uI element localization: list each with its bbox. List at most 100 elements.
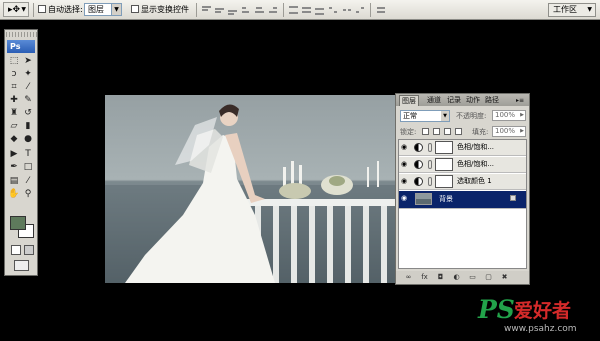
layer-row-hue-saturation-1[interactable]: ◉ 色相/饱和...	[399, 157, 526, 173]
magic-wand-tool-icon[interactable]: ✦	[22, 69, 34, 80]
eye-icon[interactable]: ◉	[401, 160, 409, 168]
eye-icon[interactable]: ◉	[401, 194, 409, 202]
distribute-left-icon[interactable]	[328, 5, 339, 15]
layer-row-background[interactable]: ◉ 背景	[399, 191, 526, 209]
tool-preset-picker[interactable]: ▸✥ ▼	[3, 2, 29, 17]
layer-style-icon[interactable]: fx	[420, 273, 429, 281]
align-hcenter-icon[interactable]	[254, 5, 265, 15]
options-bar: ▸✥ ▼ 自动选择: 图层 ▼ 显示变换控件 工作区 ▼	[0, 0, 600, 20]
panel-menu-icon[interactable]: ▸≡	[514, 95, 526, 106]
link-layers-icon[interactable]: ∞	[404, 273, 413, 281]
distribute-bottom-icon[interactable]	[314, 5, 325, 15]
eye-icon[interactable]: ◉	[401, 143, 409, 151]
layer-thumbnail	[415, 193, 432, 205]
layer-row-selective-color[interactable]: ◉ 选取颜色 1	[399, 174, 526, 190]
tab-actions[interactable]: 动作	[464, 95, 482, 106]
fill-field[interactable]: 100% ▶	[492, 126, 526, 137]
layer-mask-thumbnail[interactable]	[435, 141, 453, 154]
path-selection-tool-icon[interactable]: ▶	[8, 149, 20, 160]
lock-pixels-icon[interactable]	[433, 128, 440, 135]
new-adjustment-icon[interactable]: ◐	[452, 273, 461, 281]
watermark-url: www.psahz.com	[504, 324, 577, 334]
auto-select-label: 自动选择:	[48, 5, 83, 14]
workspace-label: 工作区	[553, 5, 577, 14]
zoom-tool-icon[interactable]: ⚲	[22, 189, 34, 200]
distribute-top-icon[interactable]	[288, 5, 299, 15]
move-tool-icon[interactable]: ➤	[22, 56, 34, 67]
tab-history[interactable]: 记录	[445, 95, 463, 106]
lock-position-icon[interactable]	[444, 128, 451, 135]
delete-layer-icon[interactable]: ✖	[500, 273, 509, 281]
gradient-tool-icon[interactable]: ▮	[22, 121, 34, 132]
workspace-dropdown[interactable]: 工作区 ▼	[548, 3, 596, 17]
align-left-icon[interactable]	[241, 5, 252, 15]
show-transform-label: 显示变换控件	[141, 5, 189, 14]
fill-value: 100%	[495, 127, 516, 135]
layers-panel: 图层 通道 记录 动作 路径 ▸≡ 正常 ▼ 不透明度: 100% ▶ 锁定: …	[395, 93, 530, 285]
align-top-icon[interactable]	[201, 5, 212, 15]
distribute-vcenter-icon[interactable]	[301, 5, 312, 15]
brush-tool-icon[interactable]: ✎	[22, 95, 34, 106]
link-icon	[428, 143, 432, 152]
eyedropper-tool-icon[interactable]: ⁄	[22, 176, 34, 187]
align-bottom-icon[interactable]	[227, 5, 238, 15]
lock-label: 锁定:	[400, 128, 417, 136]
quick-mask-icon[interactable]	[24, 245, 34, 255]
blur-tool-icon[interactable]: ◆	[8, 134, 20, 145]
lasso-tool-icon[interactable]: ↄ	[8, 69, 20, 80]
align-vcenter-icon[interactable]	[214, 5, 225, 15]
add-mask-icon[interactable]: ◘	[436, 273, 445, 281]
layers-list: ◉ 色相/饱和... ◉ 色相/饱和... ◉ 选取颜色 1 ◉ 背景	[398, 139, 527, 269]
foreground-color-swatch[interactable]	[10, 216, 26, 230]
opacity-field[interactable]: 100% ▶	[492, 110, 526, 121]
slice-tool-icon[interactable]: ⁄	[22, 82, 34, 93]
separator	[196, 3, 197, 17]
layer-mask-thumbnail[interactable]	[435, 158, 453, 171]
healing-brush-tool-icon[interactable]: ✚	[8, 95, 20, 106]
layer-name: 色相/饱和...	[457, 160, 495, 168]
lock-transparency-icon[interactable]	[422, 128, 429, 135]
new-layer-icon[interactable]: ▢	[484, 273, 493, 281]
chevron-down-icon: ▼	[111, 4, 121, 15]
chevron-down-icon: ▼	[21, 6, 26, 13]
adjustment-layer-icon	[414, 143, 423, 152]
layer-mask-thumbnail[interactable]	[435, 175, 453, 188]
tab-channels[interactable]: 通道	[425, 95, 443, 106]
crop-tool-icon[interactable]: ⌗	[8, 82, 20, 93]
document-canvas[interactable]	[105, 95, 395, 283]
pen-tool-icon[interactable]: ✒	[8, 162, 20, 173]
eye-icon[interactable]: ◉	[401, 177, 409, 185]
distribute-right-icon[interactable]	[354, 5, 365, 15]
toolbox-grip[interactable]	[6, 32, 37, 37]
dodge-tool-icon[interactable]: ●	[22, 134, 34, 145]
align-right-icon[interactable]	[267, 5, 278, 15]
history-brush-tool-icon[interactable]: ↺	[22, 108, 34, 119]
marquee-tool-icon[interactable]: ⬚	[8, 56, 20, 67]
auto-select-dropdown[interactable]: 图层 ▼	[84, 3, 122, 16]
chevron-down-icon: ▼	[587, 6, 592, 13]
tab-layers[interactable]: 图层	[399, 95, 419, 106]
tab-paths[interactable]: 路径	[483, 95, 501, 106]
auto-align-icon[interactable]	[376, 5, 387, 15]
shape-tool-icon[interactable]: □	[22, 162, 34, 173]
separator	[33, 3, 34, 17]
eraser-tool-icon[interactable]: ▱	[8, 121, 20, 132]
auto-select-checkbox[interactable]	[38, 5, 46, 13]
clone-stamp-tool-icon[interactable]: ♜	[8, 108, 20, 119]
opacity-label: 不透明度:	[456, 112, 487, 120]
standard-mode-icon[interactable]	[11, 245, 21, 255]
ps-logo[interactable]: Ps	[7, 40, 35, 53]
layer-row-hue-saturation-2[interactable]: ◉ 色相/饱和...	[399, 140, 526, 156]
panel-footer: ∞ fx ◘ ◐ ▭ ▢ ✖	[396, 271, 529, 284]
type-tool-icon[interactable]: T	[22, 149, 34, 160]
blend-mode-dropdown[interactable]: 正常 ▼	[400, 110, 450, 122]
new-group-icon[interactable]: ▭	[468, 273, 477, 281]
lock-all-icon[interactable]	[455, 128, 462, 135]
notes-tool-icon[interactable]: ▤	[8, 176, 20, 187]
chevron-right-icon: ▶	[520, 128, 524, 134]
hand-tool-icon[interactable]: ✋	[8, 189, 20, 200]
screen-mode-icon[interactable]	[14, 260, 29, 271]
show-transform-checkbox[interactable]	[131, 5, 139, 13]
wedding-photo	[105, 104, 395, 283]
distribute-hcenter-icon[interactable]	[341, 5, 352, 15]
